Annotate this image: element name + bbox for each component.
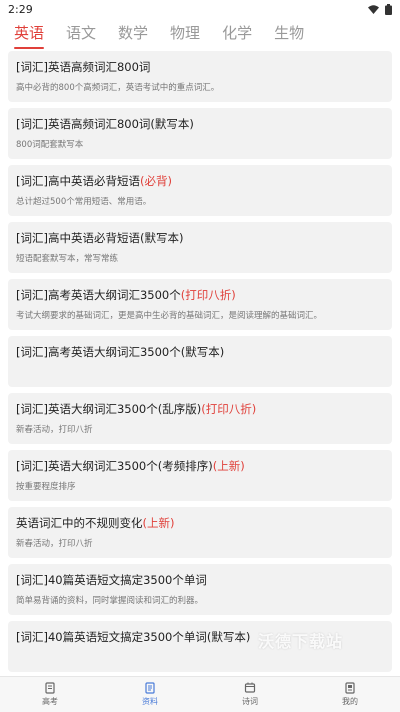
list-item[interactable]: [词汇]英语大纲词汇3500个(乱序版)(打印八折) 新春活动，打印八折: [8, 393, 392, 444]
nav-label: 我的: [342, 697, 358, 706]
subject-tabs: 英语 语文 数学 物理 化学 生物: [0, 18, 400, 50]
status-icons: [368, 3, 392, 15]
item-description: 高中必背的800个高频词汇，英语考试中的重点词汇。: [16, 83, 220, 93]
item-title: [词汇]高中英语必背短语(必背): [16, 173, 384, 189]
item-title: [词汇]英语高频词汇800词(默写本): [16, 116, 384, 132]
item-description: 考试大纲要求的基础词汇，更是高中生必背的基础词汇，是阅读理解的基础词汇。: [16, 311, 323, 321]
item-description: 新春活动，打印八折: [16, 425, 93, 435]
item-title: [词汇]英语大纲词汇3500个(考频排序)(上新): [16, 458, 384, 474]
item-tag: (打印八折): [180, 288, 236, 302]
nav-label: 诗词: [242, 697, 258, 706]
tab-3[interactable]: 物理: [170, 18, 200, 50]
item-title-text: [词汇]英语高频词汇800词(默写本): [16, 117, 194, 131]
book-icon: [45, 682, 55, 694]
tab-0[interactable]: 英语: [14, 18, 45, 50]
item-description: 总计超过500个常用短语、常用语。: [16, 197, 152, 207]
item-description: 按重要程度排序: [16, 482, 76, 492]
list-item[interactable]: [词汇]40篇英语短文搞定3500个单词简单易背诵的资料，同时掌握阅读和词汇的利…: [8, 564, 392, 615]
item-title-text: [词汇]40篇英语短文搞定3500个单词(默写本): [16, 630, 251, 644]
bottom-nav: 高考 资料 诗词 我的: [0, 676, 400, 712]
item-tag: (上新): [212, 459, 245, 473]
profile-icon: [345, 682, 355, 694]
tab-5[interactable]: 生物: [274, 18, 304, 50]
item-title-text: [词汇]高考英语大纲词汇3500个: [16, 288, 181, 302]
resource-list: [词汇]英语高频词汇800词 高中必背的800个高频词汇，英语考试中的重点词汇。[…: [0, 51, 400, 678]
list-item[interactable]: [词汇]高考英语大纲词汇3500个(默写本): [8, 336, 392, 387]
item-tag: (上新): [142, 516, 175, 530]
list-item[interactable]: 英语词汇中的不规则变化(上新) 新春活动，打印八折: [8, 507, 392, 558]
item-description: 简单易背诵的资料，同时掌握阅读和词汇的利器。: [16, 596, 204, 606]
item-title: 英语词汇中的不规则变化(上新): [16, 515, 384, 531]
tab-1[interactable]: 语文: [66, 18, 96, 50]
list-item[interactable]: [词汇]英语大纲词汇3500个(考频排序)(上新) 按重要程度排序: [8, 450, 392, 501]
nav-label: 高考: [42, 697, 58, 706]
item-title-text: [词汇]英语大纲词汇3500个(乱序版): [16, 402, 202, 416]
item-title: [词汇]英语高频词汇800词: [16, 59, 384, 75]
watermark: 沃德下载站: [258, 632, 344, 651]
list-item[interactable]: [词汇]高中英语必背短语(默写本) 短语配套默写本，常写常练: [8, 222, 392, 273]
list-item[interactable]: [词汇]英语高频词汇800词(默写本) 800词配套默写本: [8, 108, 392, 159]
item-title: [词汇]英语大纲词汇3500个(乱序版)(打印八折): [16, 401, 384, 417]
nav-item-0[interactable]: 高考: [0, 677, 100, 712]
nav-item-1[interactable]: 资料: [100, 677, 200, 712]
item-title: [词汇]高中英语必背短语(默写本): [16, 230, 384, 246]
item-title-text: [词汇]高中英语必背短语(默写本): [16, 231, 184, 245]
nav-item-2[interactable]: 诗词: [200, 677, 300, 712]
poem-icon: [244, 682, 256, 693]
item-tag: (必背): [139, 174, 172, 188]
status-bar: 2:29: [0, 0, 400, 18]
tab-2[interactable]: 数学: [118, 18, 148, 50]
item-description: 新春活动，打印八折: [16, 539, 93, 549]
item-title: [词汇]高考英语大纲词汇3500个(默写本): [16, 344, 384, 360]
item-title-text: 英语词汇中的不规则变化: [16, 516, 143, 530]
item-tag: (打印八折): [201, 402, 257, 416]
list-item[interactable]: [词汇]高中英语必背短语(必背) 总计超过500个常用短语、常用语。: [8, 165, 392, 216]
document-icon: [145, 682, 155, 694]
list-item[interactable]: [词汇]英语高频词汇800词高中必背的800个高频词汇，英语考试中的重点词汇。: [8, 51, 392, 102]
item-description: 短语配套默写本，常写常练: [16, 254, 119, 264]
item-title-text: [词汇]英语高频词汇800词: [16, 60, 151, 74]
nav-label: 资料: [142, 697, 158, 706]
item-title: [词汇]高考英语大纲词汇3500个(打印八折): [16, 287, 384, 303]
item-title-text: [词汇]英语大纲词汇3500个(考频排序): [16, 459, 213, 473]
battery-icon: [385, 3, 392, 15]
item-title-text: [词汇]40篇英语短文搞定3500个单词: [16, 573, 207, 587]
nav-item-3[interactable]: 我的: [300, 677, 400, 712]
status-time: 2:29: [8, 2, 33, 16]
item-title-text: [词汇]高中英语必背短语: [16, 174, 140, 188]
tab-4[interactable]: 化学: [222, 18, 252, 50]
item-description: 800词配套默写本: [16, 140, 84, 150]
list-item[interactable]: [词汇]高考英语大纲词汇3500个(打印八折) 考试大纲要求的基础词汇，更是高中生…: [8, 279, 392, 330]
wifi-icon: [368, 4, 379, 14]
item-title-text: [词汇]高考英语大纲词汇3500个(默写本): [16, 345, 225, 359]
item-title: [词汇]40篇英语短文搞定3500个单词: [16, 572, 384, 588]
